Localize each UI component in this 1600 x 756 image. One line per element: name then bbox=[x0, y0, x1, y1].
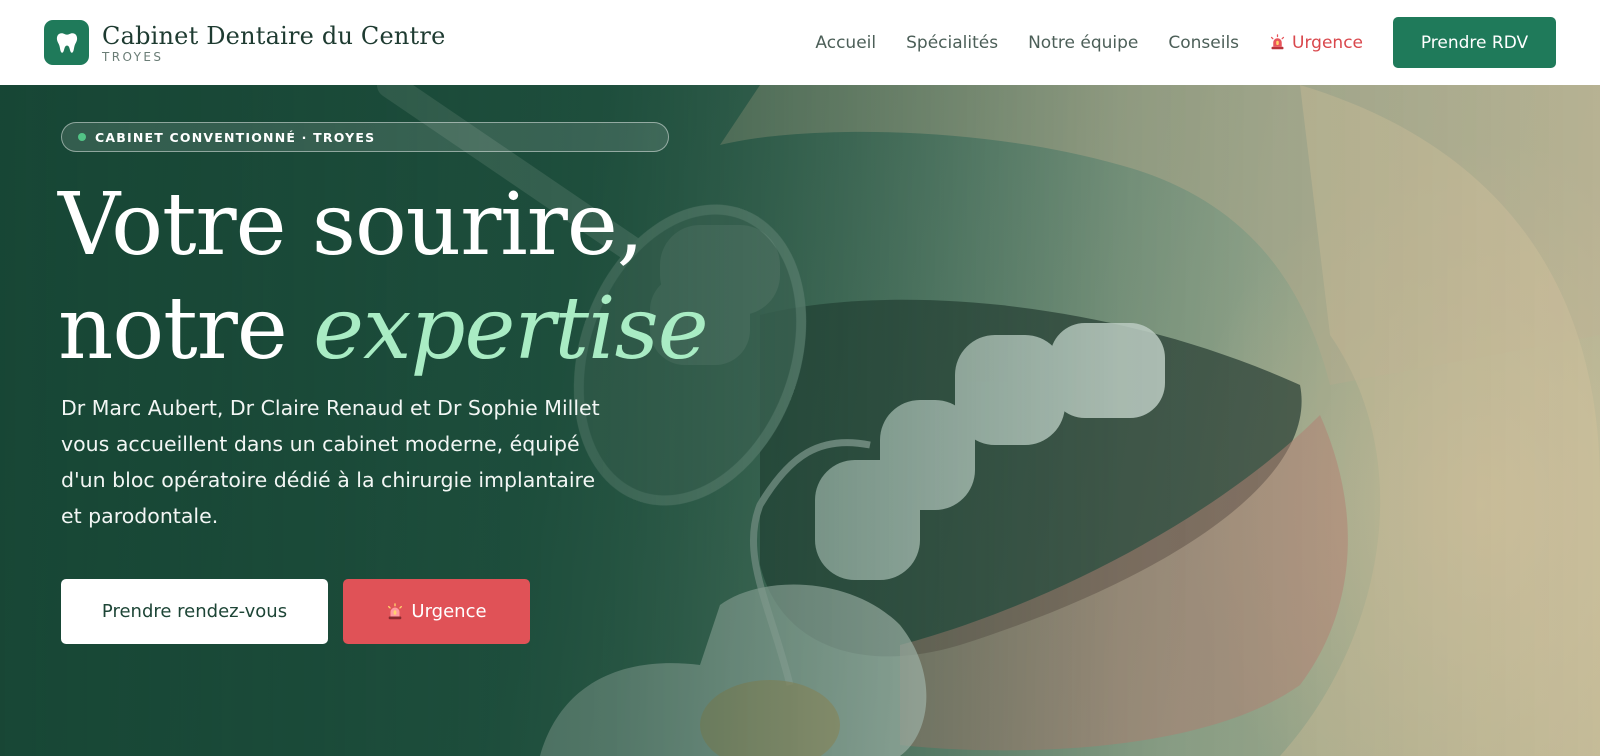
urgence-button[interactable]: Urgence bbox=[343, 579, 530, 644]
status-badge: CABINET CONVENTIONNÉ · TROYES bbox=[61, 122, 669, 152]
siren-icon bbox=[1270, 34, 1285, 50]
main-nav: Accueil Spécialités Notre équipe Conseil… bbox=[815, 17, 1556, 68]
hero-lead: Dr Marc Aubert, Dr Claire Renaud et Dr S… bbox=[61, 396, 600, 528]
site-header: Cabinet Dentaire du Centre TROYES Accuei… bbox=[0, 0, 1600, 85]
brand-name: Cabinet Dentaire du Centre bbox=[102, 21, 446, 50]
hero-section: CABINET CONVENTIONNÉ · TROYES Votre sour… bbox=[0, 85, 1600, 756]
nav-conseils[interactable]: Conseils bbox=[1168, 33, 1239, 53]
brand-text: Cabinet Dentaire du Centre TROYES bbox=[102, 22, 445, 64]
nav-accueil[interactable]: Accueil bbox=[815, 33, 876, 53]
nav-notre-equipe[interactable]: Notre équipe bbox=[1028, 33, 1138, 53]
nav-urgence-label: Urgence bbox=[1292, 32, 1363, 53]
nav-specialites[interactable]: Spécialités bbox=[906, 33, 998, 53]
badge-dot bbox=[78, 133, 86, 141]
siren-icon bbox=[388, 602, 403, 619]
nav-urgence[interactable]: Urgence bbox=[1269, 33, 1363, 53]
hero-title-line2: notre bbox=[58, 279, 314, 379]
prendre-rendez-vous-button[interactable]: Prendre rendez-vous bbox=[61, 579, 328, 644]
hero-title: Votre sourire, notre expertise bbox=[58, 173, 758, 381]
brand[interactable]: Cabinet Dentaire du Centre TROYES bbox=[44, 20, 445, 65]
badge-text: CABINET CONVENTIONNÉ · TROYES bbox=[95, 129, 376, 145]
hero-title-accent: expertise bbox=[313, 279, 709, 379]
hero-title-line1: Votre sourire, bbox=[58, 175, 644, 275]
urgence-button-label: Urgence bbox=[411, 601, 487, 622]
brand-city: TROYES bbox=[102, 49, 164, 64]
prendre-rdv-button[interactable]: Prendre RDV bbox=[1393, 17, 1556, 68]
tooth-icon bbox=[44, 20, 89, 65]
